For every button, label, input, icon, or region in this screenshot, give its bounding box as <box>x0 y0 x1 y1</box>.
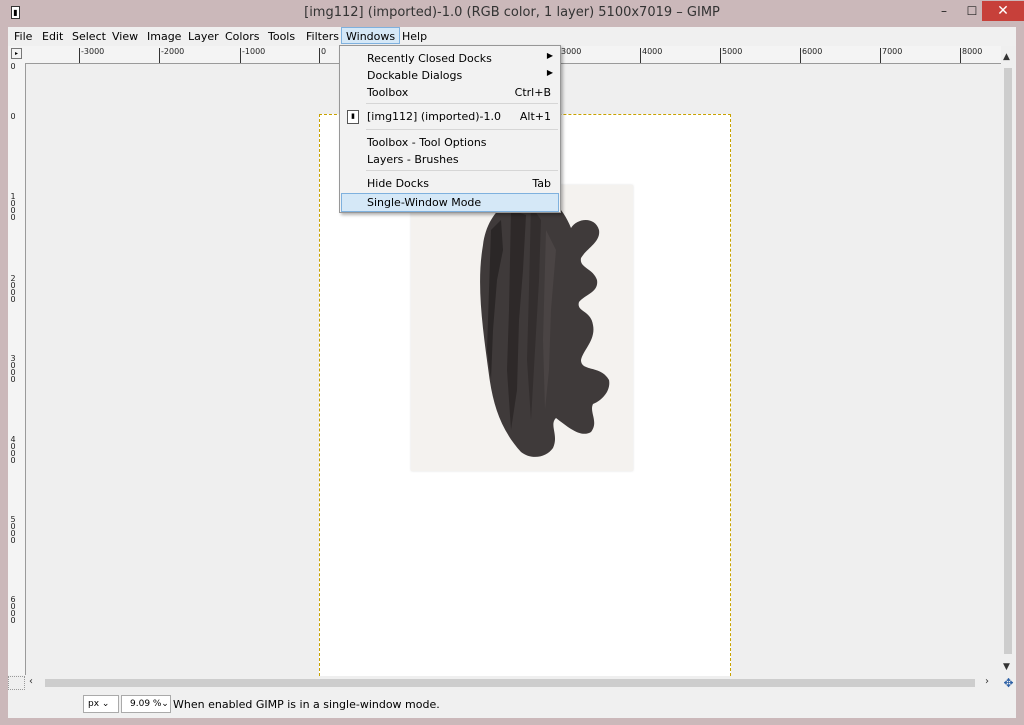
status-bar: px ⌄ 9.09 % ⌄ When enabled GIMP is in a … <box>8 690 1016 718</box>
horizontal-scrollbar[interactable]: ‹ › <box>25 676 1001 690</box>
ruler-tick <box>960 48 961 63</box>
ruler-label: 4000 <box>10 435 16 465</box>
unit-value: px <box>88 699 100 709</box>
menu-item-layers-brushes[interactable]: Layers - Brushes <box>341 151 559 168</box>
scroll-left-icon[interactable]: ‹ <box>29 676 33 687</box>
title-bar[interactable]: ▮ [img112] (imported)-1.0 (RGB color, 1 … <box>0 0 1024 27</box>
menu-item-single-window-mode[interactable]: Single-Window Mode <box>341 193 559 212</box>
navigate-icon[interactable]: ✥ <box>1001 676 1016 690</box>
scroll-right-icon[interactable]: › <box>985 676 989 687</box>
ruler-label: 5000 <box>10 515 16 545</box>
menu-filters[interactable]: Filters <box>306 30 339 43</box>
ruler-label: 1000 <box>10 192 16 222</box>
ruler-tick <box>240 48 241 63</box>
menu-item-dockable-dialogs[interactable]: Dockable Dialogs ▶ <box>341 67 559 84</box>
close-button[interactable]: ✕ <box>982 1 1024 21</box>
menu-item-recently-closed-docks[interactable]: Recently Closed Docks ▶ <box>341 50 559 67</box>
menu-edit[interactable]: Edit <box>42 30 63 43</box>
ruler-label: 0 <box>321 47 327 56</box>
bear-silhouette <box>480 194 610 457</box>
ruler-tick <box>159 48 160 63</box>
ruler-tick <box>640 48 641 63</box>
vertical-scrollbar[interactable]: ▲ ▼ <box>1001 46 1016 676</box>
scroll-down-icon[interactable]: ▼ <box>1003 662 1010 672</box>
menu-file[interactable]: File <box>14 30 32 43</box>
menu-item-image-window[interactable]: ▮ [img112] (imported)-1.0 Alt+1 <box>341 108 559 125</box>
horizontal-scroll-thumb[interactable] <box>45 679 975 687</box>
ruler-label: 0 <box>10 112 16 121</box>
gimp-window: ▮ [img112] (imported)-1.0 (RGB color, 1 … <box>0 0 1024 725</box>
menu-windows[interactable]: Windows <box>341 27 401 44</box>
ruler-tick <box>880 48 881 63</box>
chevron-down-icon[interactable]: ⌄ <box>159 695 171 713</box>
menu-layer[interactable]: Layer <box>188 30 219 43</box>
quick-mask-toggle[interactable] <box>8 676 25 690</box>
vertical-scroll-thumb[interactable] <box>1004 68 1012 654</box>
unit-select[interactable]: px ⌄ <box>83 695 119 713</box>
ruler-label: 7000 <box>882 47 903 56</box>
submenu-arrow-icon: ▶ <box>546 68 553 77</box>
window-title: [img112] (imported)-1.0 (RGB color, 1 la… <box>304 5 720 20</box>
menu-colors[interactable]: Colors <box>225 30 259 43</box>
menu-item-hide-docks[interactable]: Hide Docks Tab <box>341 175 559 192</box>
scanned-artwork <box>411 185 633 471</box>
ruler-tick <box>319 48 320 63</box>
ruler-tick <box>720 48 721 63</box>
menu-image[interactable]: Image <box>147 30 181 43</box>
menu-bar: File Edit Select View Image Layer Colors… <box>8 27 1016 46</box>
shortcut-label: Tab <box>532 177 551 190</box>
ruler-label: 2000 <box>10 274 16 304</box>
ruler-label: 4000 <box>642 47 663 56</box>
scroll-up-icon[interactable]: ▲ <box>1003 52 1010 62</box>
ruler-label: 8000 <box>962 47 983 56</box>
menu-separator <box>366 103 558 104</box>
menu-select[interactable]: Select <box>72 30 106 43</box>
ruler-label: 3000 <box>10 354 16 384</box>
menu-help[interactable]: Help <box>402 30 427 43</box>
menu-separator <box>366 129 558 130</box>
windows-menu-dropdown: Recently Closed Docks ▶ Dockable Dialogs… <box>339 45 561 213</box>
shortcut-label: Alt+1 <box>519 110 551 123</box>
ruler-corner: ▸ <box>8 46 25 63</box>
status-message: When enabled GIMP is in a single-window … <box>173 698 440 711</box>
image-thumbnail-icon: ▮ <box>347 110 359 124</box>
ruler-label: 5000 <box>722 47 743 56</box>
ruler-tick <box>800 48 801 63</box>
shortcut-label: Ctrl+B <box>514 86 551 99</box>
minimize-button[interactable]: – <box>930 1 958 21</box>
menu-separator <box>366 170 558 171</box>
menu-arrow-icon[interactable]: ▸ <box>11 48 22 59</box>
zoom-value: 9.09 % <box>130 699 162 709</box>
ruler-label: 3000 <box>561 47 582 56</box>
menu-tools[interactable]: Tools <box>268 30 295 43</box>
submenu-arrow-icon: ▶ <box>546 51 553 60</box>
ruler-label: 0 <box>10 63 16 71</box>
ruler-tick <box>79 48 80 63</box>
ruler-label: -1000 <box>242 47 266 56</box>
menu-item-toolbox-tool-options[interactable]: Toolbox - Tool Options <box>341 134 559 151</box>
menu-item-toolbox[interactable]: Toolbox Ctrl+B <box>341 84 559 101</box>
ruler-label: -3000 <box>81 47 105 56</box>
ruler-label: -2000 <box>161 47 185 56</box>
menu-view[interactable]: View <box>112 30 138 43</box>
vertical-ruler[interactable]: 0 0 1000 2000 3000 4000 5000 6000 <box>8 63 26 675</box>
ruler-label: 6000 <box>802 47 823 56</box>
ruler-label: 6000 <box>10 595 16 625</box>
